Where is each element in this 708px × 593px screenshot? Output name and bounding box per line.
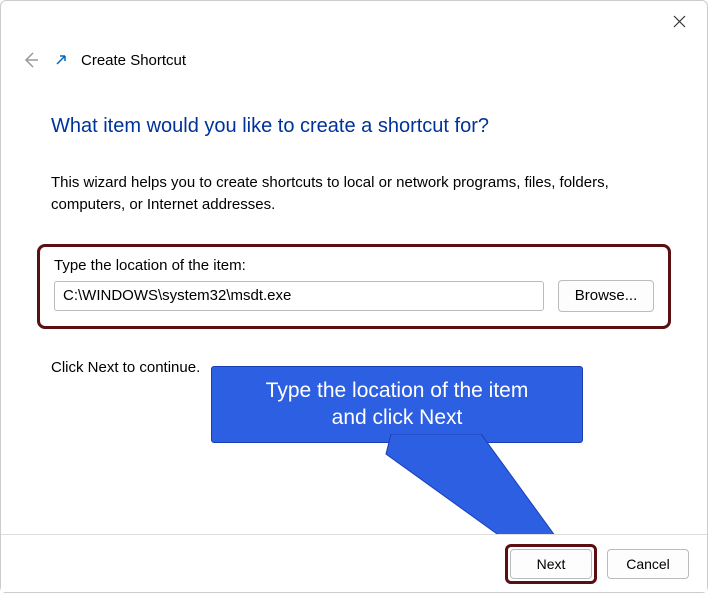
callout-text-line2: and click Next	[224, 404, 570, 431]
content-area: What item would you like to create a sho…	[1, 115, 707, 376]
header-row: Create Shortcut	[1, 41, 707, 87]
wizard-title: Create Shortcut	[81, 52, 186, 69]
annotation-callout: Type the location of the item and click …	[211, 366, 583, 443]
callout-text-line1: Type the location of the item	[224, 377, 570, 404]
location-input[interactable]	[54, 281, 544, 311]
callout-box: Type the location of the item and click …	[211, 366, 583, 443]
next-button-highlight: Next	[505, 544, 597, 584]
footer-button-row: Next Cancel	[1, 534, 707, 592]
location-label: Type the location of the item:	[54, 257, 654, 274]
browse-button[interactable]: Browse...	[558, 280, 654, 312]
wizard-description: This wizard helps you to create shortcut…	[51, 172, 657, 216]
next-button[interactable]: Next	[510, 549, 592, 579]
location-highlight-box: Type the location of the item: Browse...	[37, 244, 671, 329]
back-button[interactable]	[19, 49, 41, 71]
close-button[interactable]	[663, 5, 695, 37]
titlebar	[1, 1, 707, 41]
shortcut-icon	[53, 52, 69, 68]
back-arrow-icon	[21, 51, 39, 69]
close-icon	[673, 15, 686, 28]
main-heading: What item would you like to create a sho…	[51, 115, 657, 138]
cancel-button[interactable]: Cancel	[607, 549, 689, 579]
location-input-row: Browse...	[54, 280, 654, 312]
